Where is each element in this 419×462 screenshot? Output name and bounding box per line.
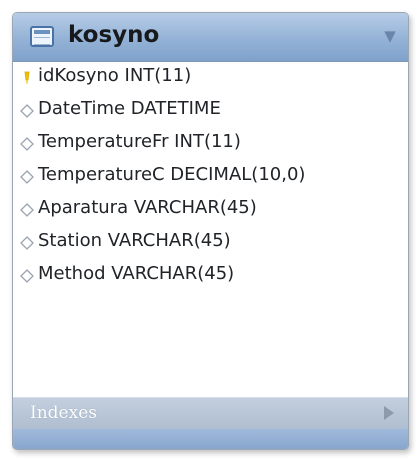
column-label: TemperatureFr INT(11) <box>38 131 241 152</box>
column-label: idKosyno INT(11) <box>38 65 192 86</box>
column-label: Station VARCHAR(45) <box>38 230 231 251</box>
column-diamond-icon <box>20 137 34 151</box>
column-diamond-icon <box>20 203 34 217</box>
column-row-aparatura[interactable]: Aparatura VARCHAR(45) <box>13 193 408 225</box>
column-row-method[interactable]: Method VARCHAR(45) <box>13 259 408 291</box>
column-row-temperaturefr[interactable]: TemperatureFr INT(11) <box>13 127 408 159</box>
column-diamond-icon <box>20 269 34 283</box>
table-header[interactable]: kosyno ▼ <box>13 13 408 62</box>
column-label: Method VARCHAR(45) <box>38 263 235 284</box>
column-row-datetime[interactable]: DateTime DATETIME <box>13 94 408 126</box>
column-row-temperaturec[interactable]: TemperatureC DECIMAL(10,0) <box>13 160 408 192</box>
indexes-label: Indexes <box>30 403 97 423</box>
column-row-station[interactable]: Station VARCHAR(45) <box>13 226 408 258</box>
indexes-section[interactable]: Indexes <box>13 397 408 430</box>
table-footer-bar <box>13 429 408 449</box>
chevron-down-icon[interactable]: ▼ <box>380 27 400 45</box>
table-title: kosyno <box>68 22 160 48</box>
column-label: Aparatura VARCHAR(45) <box>38 197 257 218</box>
primary-key-icon <box>24 71 30 84</box>
expand-arrow-icon[interactable] <box>384 406 394 420</box>
column-row-idkosyno[interactable]: idKosyno INT(11) <box>13 61 408 93</box>
column-diamond-icon <box>20 170 34 184</box>
column-diamond-icon <box>20 236 34 250</box>
table-card-kosyno[interactable]: kosyno ▼ idKosyno INT(11) DateTime DATET… <box>12 12 409 450</box>
column-label: TemperatureC DECIMAL(10,0) <box>38 164 306 185</box>
column-diamond-icon <box>20 104 34 118</box>
table-icon <box>30 26 54 47</box>
column-label: DateTime DATETIME <box>38 98 221 119</box>
